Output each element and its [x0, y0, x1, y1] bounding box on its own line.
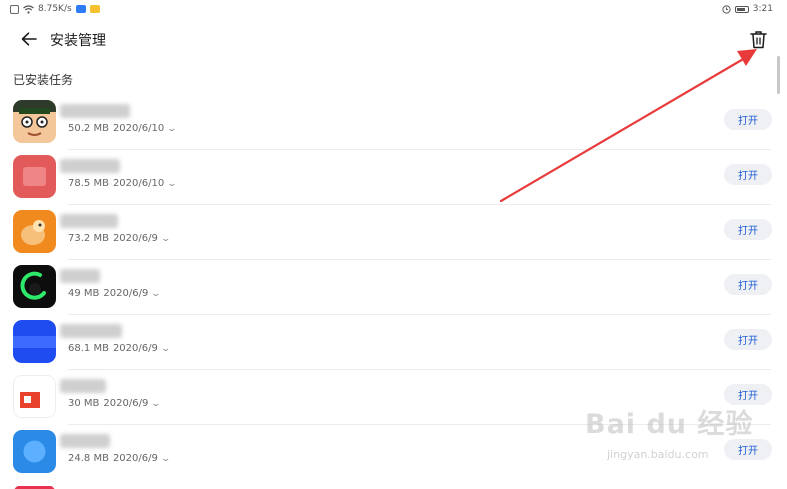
- install-date: 2020/6/10: [112, 178, 165, 189]
- app-name-obscured: [60, 214, 118, 228]
- app-icon: [13, 320, 56, 363]
- chevron-down-icon[interactable]: ⌄: [160, 454, 171, 464]
- trash-icon: [749, 30, 767, 48]
- app-meta: 49 MB 2020/6/9 ⌄: [68, 288, 162, 299]
- app-size: 24.8 MB: [68, 453, 109, 464]
- app-name-obscured: [60, 379, 106, 393]
- open-button[interactable]: 打开: [724, 219, 772, 240]
- chevron-down-icon[interactable]: ⌄: [160, 344, 171, 354]
- list-item[interactable]: 24.8 MB 2020/6/9 ⌄ 打开: [0, 425, 787, 480]
- app-icon: [13, 210, 56, 253]
- list-item[interactable]: 49 MB 2020/6/9 ⌄ 打开: [0, 260, 787, 315]
- section-title: 已安装任务: [13, 73, 74, 87]
- app-meta: 73.2 MB 2020/6/9 ⌄: [68, 233, 171, 244]
- app-meta: 24.8 MB 2020/6/9 ⌄: [68, 453, 171, 464]
- list-item[interactable]: 50.2 MB 2020/6/10 ⌄ 打开: [0, 95, 787, 150]
- list-item[interactable]: 30 MB 2020/6/9 ⌄ 打开: [0, 370, 787, 425]
- app-bar: 安装管理: [0, 22, 787, 58]
- app-name-obscured: [60, 269, 100, 283]
- installed-app-list: 50.2 MB 2020/6/10 ⌄ 打开 78.5 MB 2020/6/10…: [0, 95, 787, 489]
- app-icon: [13, 485, 56, 489]
- list-item[interactable]: [0, 480, 787, 489]
- alarm-icon: [722, 4, 731, 14]
- chevron-down-icon[interactable]: ⌄: [167, 124, 178, 134]
- status-left: 8.75K/s: [10, 4, 100, 14]
- app-meta: 78.5 MB 2020/6/10 ⌄: [68, 178, 178, 189]
- app-size: 78.5 MB: [68, 178, 109, 189]
- sim-icon: [10, 4, 19, 14]
- app-icon: [13, 265, 56, 308]
- list-item[interactable]: 78.5 MB 2020/6/10 ⌄ 打开: [0, 150, 787, 205]
- clock: 3:21: [752, 4, 773, 14]
- chevron-down-icon[interactable]: ⌄: [151, 399, 162, 409]
- install-date: 2020/6/9: [103, 398, 149, 409]
- wifi-icon: [23, 4, 34, 14]
- back-button[interactable]: [16, 26, 42, 52]
- app-name-obscured: [60, 104, 130, 118]
- app-size: 68.1 MB: [68, 343, 109, 354]
- delete-button[interactable]: [746, 26, 770, 52]
- open-button[interactable]: 打开: [724, 274, 772, 295]
- status-bar: 8.75K/s 3:21: [0, 0, 787, 20]
- install-date: 2020/6/9: [112, 453, 158, 464]
- app-name-obscured: [60, 324, 122, 338]
- app-icon: [13, 430, 56, 473]
- app-notification-icon: [75, 5, 86, 13]
- app-size: 73.2 MB: [68, 233, 109, 244]
- list-item[interactable]: 68.1 MB 2020/6/9 ⌄ 打开: [0, 315, 787, 370]
- install-date: 2020/6/9: [112, 233, 158, 244]
- install-date: 2020/6/9: [112, 343, 158, 354]
- scrollbar[interactable]: [777, 56, 780, 94]
- battery-icon: [734, 5, 749, 13]
- app-size: 50.2 MB: [68, 123, 109, 134]
- app-meta: 30 MB 2020/6/9 ⌄: [68, 398, 162, 409]
- chevron-down-icon[interactable]: ⌄: [167, 179, 178, 189]
- install-date: 2020/6/9: [103, 288, 149, 299]
- app-icon: [13, 155, 56, 198]
- open-button[interactable]: 打开: [724, 384, 772, 405]
- app-icon: [13, 100, 56, 143]
- app-meta: 50.2 MB 2020/6/10 ⌄: [68, 123, 178, 134]
- open-button[interactable]: 打开: [724, 164, 772, 185]
- page-title: 安装管理: [50, 33, 106, 49]
- open-button[interactable]: 打开: [724, 329, 772, 350]
- open-button[interactable]: 打开: [724, 109, 772, 130]
- app-size: 30 MB: [68, 398, 100, 409]
- app-name-obscured: [60, 159, 120, 173]
- status-right: 3:21: [722, 4, 773, 14]
- app-notification-icon: [89, 5, 100, 13]
- chevron-down-icon[interactable]: ⌄: [160, 234, 171, 244]
- back-arrow-icon: [21, 32, 37, 46]
- app-size: 49 MB: [68, 288, 100, 299]
- install-date: 2020/6/10: [112, 123, 165, 134]
- app-icon: [13, 375, 56, 418]
- open-button[interactable]: 打开: [724, 439, 772, 460]
- app-name-obscured: [60, 434, 110, 448]
- network-speed: 8.75K/s: [38, 4, 72, 14]
- list-item[interactable]: 73.2 MB 2020/6/9 ⌄ 打开: [0, 205, 787, 260]
- chevron-down-icon[interactable]: ⌄: [151, 289, 162, 299]
- app-meta: 68.1 MB 2020/6/9 ⌄: [68, 343, 171, 354]
